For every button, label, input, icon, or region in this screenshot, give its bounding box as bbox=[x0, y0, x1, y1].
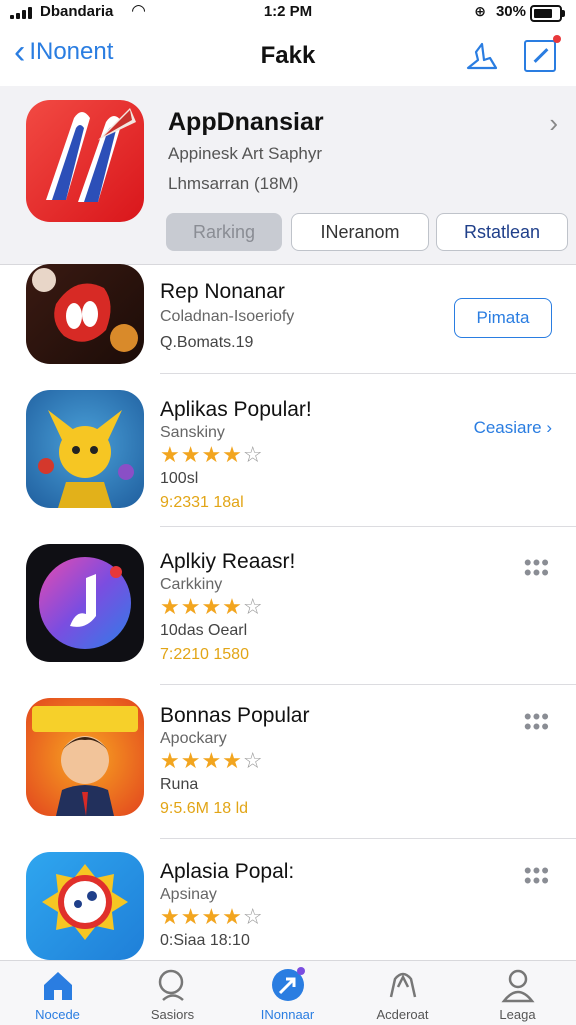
navigation-bar: ‹ INonent Fakk bbox=[0, 26, 576, 86]
people-icon bbox=[389, 972, 417, 998]
divider bbox=[160, 838, 576, 839]
rating-stars: ★★★★☆ bbox=[160, 442, 264, 467]
app-icon bbox=[26, 264, 144, 364]
open-link[interactable]: Ceasiare › bbox=[474, 418, 552, 438]
divider bbox=[160, 684, 576, 685]
tab-people[interactable]: Acderoat bbox=[345, 961, 460, 1025]
list-item[interactable]: Aplikas Popular! Sanskiny ★★★★☆ 100sl 9:… bbox=[0, 388, 576, 528]
location-icon: ⊕ bbox=[474, 3, 486, 19]
featured-app-name: AppDnansiar bbox=[168, 108, 324, 136]
rating-stars: ★★★★☆ bbox=[160, 748, 264, 773]
list-item[interactable]: Rep Nonanar Coladnan-Isoeriofy Q.Bomats.… bbox=[0, 264, 576, 374]
more-icon[interactable]: ••• ••• bbox=[524, 552, 550, 584]
get-button[interactable]: Pimata bbox=[454, 298, 552, 338]
app-stats: 9:5.6M 18 ld bbox=[160, 800, 249, 817]
tab-home[interactable]: Nocede bbox=[0, 961, 115, 1025]
app-name: Rep Nonanar bbox=[160, 280, 285, 303]
chevron-right-icon[interactable]: › bbox=[549, 108, 558, 139]
app-meta: 0:Siaa 18:10 bbox=[160, 932, 250, 949]
app-icon bbox=[26, 544, 144, 662]
tab-account[interactable]: Leaga bbox=[460, 961, 575, 1025]
app-icon bbox=[26, 390, 144, 508]
status-time: 1:2 PM bbox=[263, 3, 313, 20]
rating-stars: ★★★★☆ bbox=[160, 594, 264, 619]
more-icon[interactable]: ••• ••• bbox=[524, 706, 550, 738]
app-name: Aplasia Popal: bbox=[160, 860, 295, 883]
featured-app-size: Lhmsarran (18M) bbox=[168, 174, 299, 193]
app-category: Carkkiny bbox=[160, 576, 223, 593]
app-meta: Q.Bomats.19 bbox=[160, 334, 254, 351]
segment-right[interactable]: Rstatlean bbox=[436, 213, 568, 251]
app-name: Aplikas Popular! bbox=[160, 398, 312, 421]
tab-label: Acderoat bbox=[376, 1007, 429, 1022]
app-category: Apockary bbox=[160, 730, 227, 747]
tab-search[interactable]: Sasiors bbox=[115, 961, 230, 1025]
app-meta: 10das Oearl bbox=[160, 622, 248, 639]
share-icon[interactable] bbox=[464, 38, 500, 72]
app-stats: 7:2210 1580 bbox=[160, 646, 249, 663]
tab-label: Sasiors bbox=[150, 1007, 195, 1022]
account-icon bbox=[501, 969, 535, 1003]
divider bbox=[160, 373, 576, 374]
tab-bar: Nocede Sasiors INonnaar Acderoat Leaga bbox=[0, 960, 576, 1025]
app-stats: 9:2331 18al bbox=[160, 494, 244, 511]
status-bar: Dbandaria ◠ 1:2 PM ⊕ 30% bbox=[0, 0, 576, 26]
list-item[interactable]: Aplasia Popal: Apsinay ★★★★☆ 0:Siaa 18:1… bbox=[0, 852, 576, 960]
compose-icon[interactable] bbox=[524, 35, 561, 72]
home-icon bbox=[44, 972, 72, 1000]
tab-label: Leaga bbox=[499, 1007, 536, 1022]
notification-dot bbox=[553, 35, 561, 43]
app-category: Coladnan-Isoeriofy bbox=[160, 308, 295, 325]
more-icon[interactable]: ••• ••• bbox=[524, 860, 550, 892]
tab-label: INonnaar bbox=[260, 1007, 315, 1022]
app-name: Bonnas Popular bbox=[160, 704, 310, 727]
featured-app-card[interactable]: AppDnansiar Appinesk Art Saphyr Lhmsarra… bbox=[0, 86, 576, 265]
segment-ranking[interactable]: Rarking bbox=[166, 213, 282, 251]
app-category: Sanskiny bbox=[160, 424, 225, 441]
featured-app-subtitle: Appinesk Art Saphyr bbox=[168, 144, 323, 163]
divider bbox=[160, 526, 576, 527]
app-icon bbox=[26, 852, 144, 960]
app-meta: 100sl bbox=[160, 470, 199, 487]
rating-stars: ★★★★☆ bbox=[160, 904, 264, 929]
tab-apps[interactable]: INonnaar bbox=[230, 961, 345, 1025]
list-item[interactable]: Aplkiy Reaasr! Carkkiny ★★★★☆ 10das Oear… bbox=[0, 544, 576, 685]
app-category: Apsinay bbox=[160, 886, 217, 903]
list-item[interactable]: Bonnas Popular Apockary ★★★★☆ Runa 9:5.6… bbox=[0, 698, 576, 839]
search-icon bbox=[158, 969, 184, 1001]
battery-icon bbox=[530, 5, 565, 22]
app-icon bbox=[26, 698, 144, 816]
featured-app-icon bbox=[26, 100, 144, 222]
battery-percent: 30% bbox=[495, 3, 526, 20]
app-meta: Runa bbox=[160, 776, 199, 793]
segment-middle[interactable]: INeranom bbox=[291, 213, 429, 251]
apps-icon bbox=[272, 967, 305, 1001]
tab-label: Nocede bbox=[35, 1007, 80, 1022]
app-name: Aplkiy Reaasr! bbox=[160, 550, 296, 573]
